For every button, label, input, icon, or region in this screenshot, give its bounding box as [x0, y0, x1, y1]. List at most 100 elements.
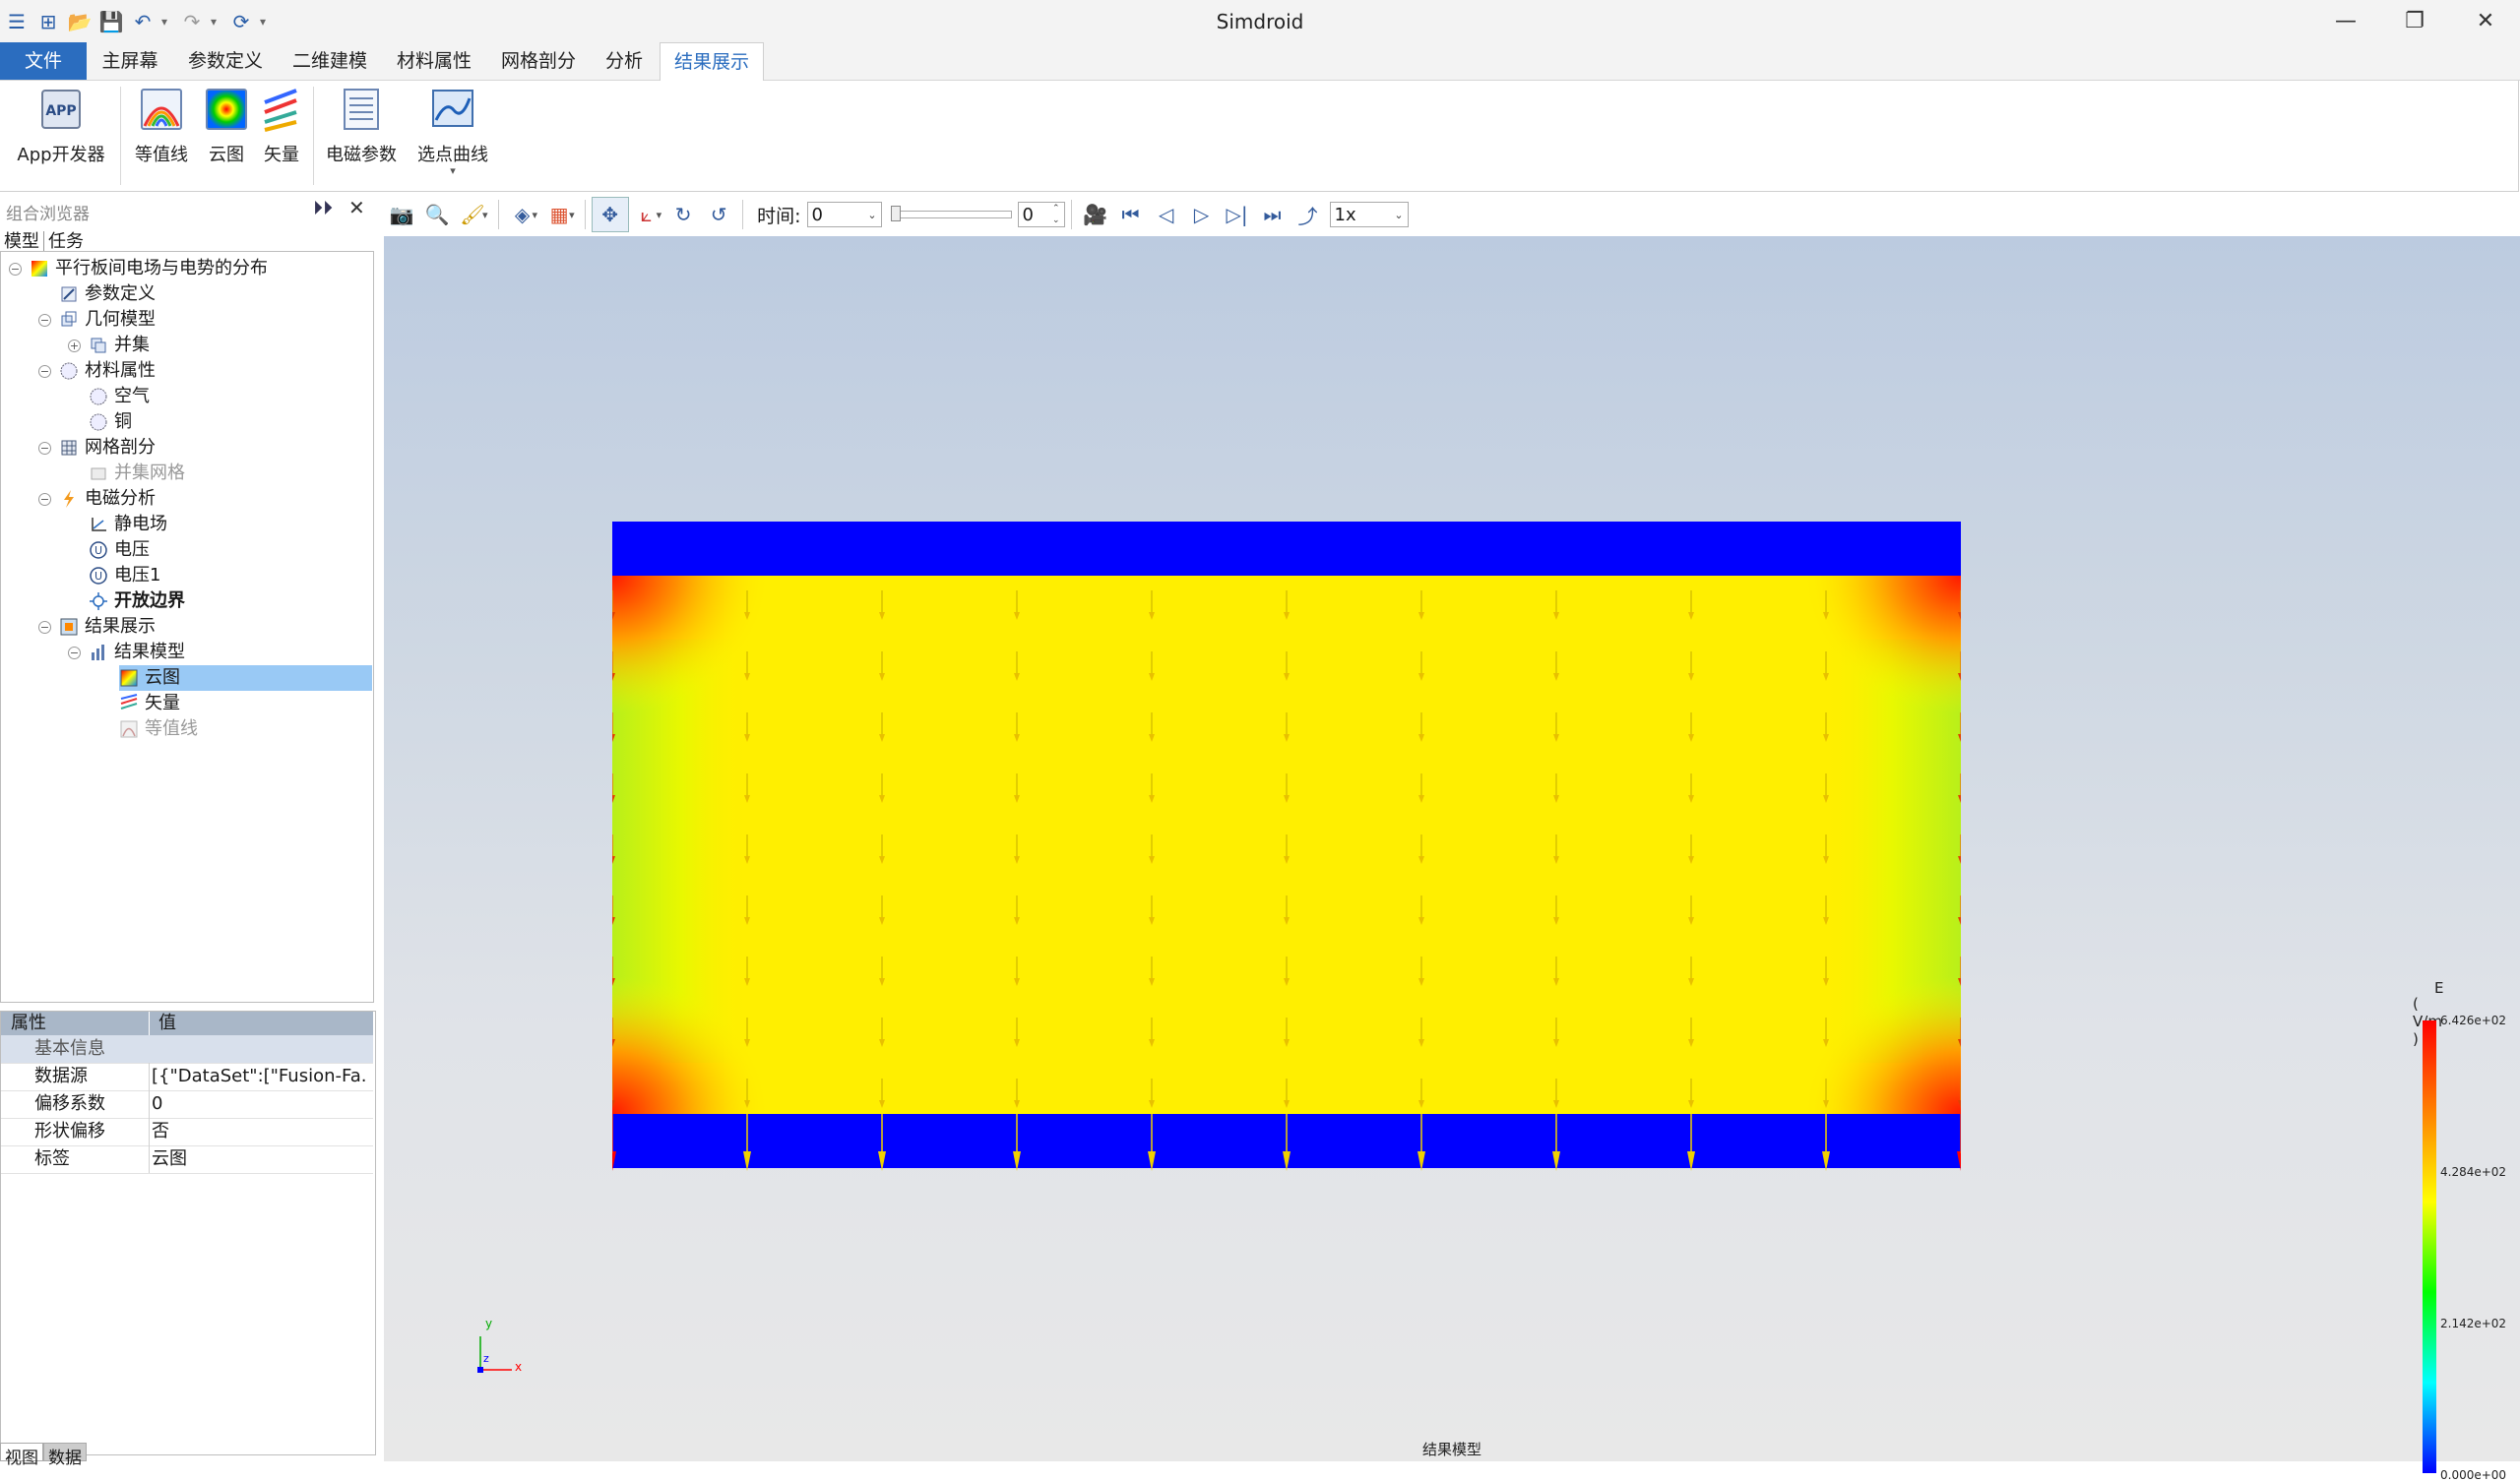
tree-item-result-model[interactable]: − 结果模型: [68, 640, 185, 665]
tree-item-cloud-map[interactable]: 云图: [119, 665, 372, 691]
property-row[interactable]: 偏移系数 0: [1, 1090, 373, 1119]
tree-item-contour[interactable]: 等值线: [119, 716, 198, 742]
tree-item-params[interactable]: 参数定义: [38, 281, 156, 307]
open-boundary-icon: [90, 592, 107, 610]
tab-file[interactable]: 文件: [0, 42, 87, 80]
tab-model[interactable]: 模型: [0, 231, 43, 252]
speed-select[interactable]: 1x ⌄: [1329, 202, 1409, 227]
vector-button[interactable]: 矢量: [256, 87, 307, 166]
tab-meshing[interactable]: 网格剖分: [494, 42, 583, 80]
first-frame-icon[interactable]: ⏮: [1113, 198, 1149, 231]
property-value[interactable]: 否: [152, 1118, 368, 1145]
svg-text:U: U: [94, 544, 102, 557]
undo-dropdown-icon[interactable]: ▾: [161, 15, 173, 29]
tree-item-voltage[interactable]: U 电压: [68, 537, 150, 563]
3d-viewport[interactable]: y x z E ( V/m ) 6.426e+02 4.284e+02 2.14…: [384, 236, 2520, 1482]
redo-icon[interactable]: ↷: [179, 9, 205, 34]
restore-button[interactable]: ❐: [2380, 0, 2449, 42]
tab-2d-modeling[interactable]: 二维建模: [285, 42, 374, 80]
time-select[interactable]: 0 ⌄: [806, 202, 882, 227]
save-icon[interactable]: 💾: [98, 9, 124, 34]
expand-icon[interactable]: +: [68, 339, 81, 352]
previous-frame-icon[interactable]: ◁: [1149, 198, 1184, 231]
property-row[interactable]: 形状偏移 否: [1, 1118, 373, 1146]
last-frame-icon[interactable]: ⏭: [1255, 198, 1291, 231]
open-folder-icon[interactable]: 📂: [67, 9, 93, 34]
tree-item-results[interactable]: − 结果展示: [38, 614, 156, 640]
fit-view-icon[interactable]: ✥: [591, 197, 629, 232]
tree-item-label: 等值线: [145, 718, 198, 739]
brush-dropdown-icon[interactable]: ▾: [482, 209, 488, 221]
app-developer-button[interactable]: APP App开发器: [12, 87, 110, 166]
tree-item-electrostatic[interactable]: 静电场: [68, 512, 167, 537]
render-style-dropdown-icon[interactable]: ▾: [569, 209, 575, 221]
minimize-button[interactable]: —: [2311, 0, 2380, 42]
tab-analysis[interactable]: 分析: [598, 42, 650, 80]
collapse-icon[interactable]: −: [38, 620, 51, 634]
close-panel-icon[interactable]: ✕: [348, 196, 365, 219]
collapse-icon[interactable]: −: [38, 492, 51, 506]
undo-icon[interactable]: ↶: [130, 9, 156, 34]
customize-dropdown-icon[interactable]: ▾: [260, 15, 272, 29]
refresh-icon[interactable]: ⟳: [228, 9, 254, 34]
em-params-button[interactable]: 电磁参数: [321, 87, 402, 166]
tab-data[interactable]: 数据: [43, 1443, 87, 1468]
collapse-icon[interactable]: −: [38, 364, 51, 378]
display-mode-dropdown-icon[interactable]: ▾: [533, 209, 538, 221]
property-group[interactable]: 基本信息: [1, 1035, 373, 1064]
app-menu-icon[interactable]: ☰: [4, 9, 30, 34]
play-icon[interactable]: ▷: [1184, 198, 1220, 231]
tab-parameters[interactable]: 参数定义: [181, 42, 270, 80]
zoom-icon[interactable]: 🔍: [419, 198, 455, 231]
slider-handle[interactable]: [890, 206, 901, 221]
colorbar-tick: 0.000e+00: [2440, 1468, 2507, 1482]
tab-materials[interactable]: 材料属性: [390, 42, 478, 80]
property-value[interactable]: 0: [152, 1090, 368, 1118]
tab-results[interactable]: 结果展示: [660, 42, 764, 82]
rotate-cw-icon[interactable]: ↻: [665, 198, 701, 231]
contour-button[interactable]: 等值线: [128, 87, 195, 166]
pin-icon[interactable]: ⏵⏵: [313, 196, 333, 219]
collapse-icon[interactable]: −: [38, 313, 51, 327]
record-video-icon[interactable]: 🎥: [1078, 198, 1113, 231]
tree-item-voltage1[interactable]: U 电压1: [68, 563, 160, 588]
rotate-ccw-icon[interactable]: ↺: [701, 198, 736, 231]
spin-arrows-icon[interactable]: ⌃ ⌄: [1052, 203, 1060, 226]
export-icon[interactable]: ⤴: [1291, 198, 1326, 231]
tree-item-em-analysis[interactable]: − 电磁分析: [38, 486, 156, 512]
tree-item-project[interactable]: − 平行板间电场与电势的分布: [9, 256, 268, 281]
tree-item-air[interactable]: 空气: [68, 384, 150, 409]
tab-tasks[interactable]: 任务: [43, 231, 88, 252]
ribbon-separator: [313, 87, 314, 185]
tree-item-union-mesh[interactable]: 并集网格: [68, 461, 185, 486]
property-row[interactable]: 标签 云图: [1, 1145, 373, 1174]
tree-item-copper[interactable]: 铜: [68, 409, 132, 435]
close-button[interactable]: ✕: [2451, 0, 2520, 42]
vector-label: 矢量: [264, 145, 299, 165]
property-row[interactable]: 数据源 [{"DataSet":["Fusion-Fa...: [1, 1063, 373, 1091]
tree-item-union[interactable]: + 并集: [68, 333, 150, 358]
collapse-icon[interactable]: −: [9, 262, 22, 276]
tree-item-open-boundary[interactable]: 开放边界: [68, 588, 185, 614]
axes-view-dropdown-icon[interactable]: ▾: [657, 209, 662, 221]
tab-view[interactable]: 视图: [0, 1443, 43, 1468]
tree-item-geometry[interactable]: − 几何模型: [38, 307, 156, 333]
property-key: 数据源: [34, 1066, 88, 1086]
tree-item-mesh[interactable]: − 网格剖分: [38, 435, 156, 461]
screenshot-icon[interactable]: 📷: [384, 198, 419, 231]
property-value[interactable]: 云图: [152, 1145, 368, 1173]
tree-item-materials[interactable]: − 材料属性: [38, 358, 156, 384]
new-file-icon[interactable]: ⊞: [35, 9, 61, 34]
property-value[interactable]: [{"DataSet":["Fusion-Fa...: [152, 1063, 368, 1090]
point-curve-button[interactable]: 选点曲线 ▾: [411, 87, 494, 177]
tab-home[interactable]: 主屏幕: [94, 42, 165, 80]
next-frame-icon[interactable]: ▷|: [1220, 198, 1255, 231]
frame-spinbox[interactable]: 0 ⌃ ⌄: [1017, 202, 1065, 227]
redo-dropdown-icon[interactable]: ▾: [211, 15, 222, 29]
cloud-map-button[interactable]: 云图: [201, 87, 252, 166]
cloud-map-icon: [120, 669, 138, 687]
collapse-icon[interactable]: −: [68, 646, 81, 659]
tree-item-vector[interactable]: 矢量: [119, 691, 180, 716]
time-slider[interactable]: [890, 206, 1012, 221]
collapse-icon[interactable]: −: [38, 441, 51, 455]
